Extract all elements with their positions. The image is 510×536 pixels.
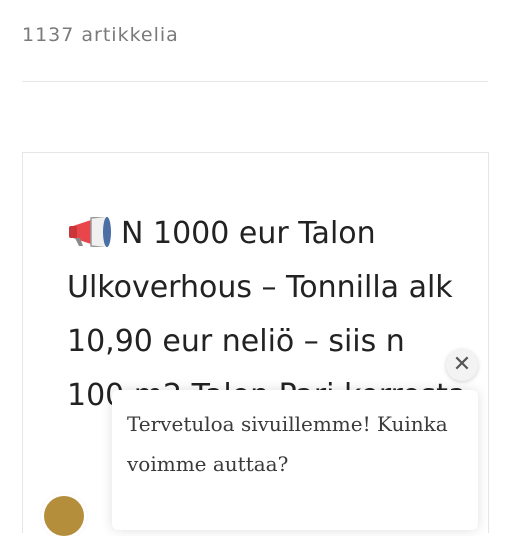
divider: [22, 81, 488, 82]
article-count: 1137 artikkelia: [22, 24, 179, 46]
megaphone-icon: [67, 211, 113, 249]
close-icon[interactable]: ✕: [446, 349, 478, 381]
chat-welcome-text: Tervetuloa sivuillemme! Kuinka voimme au…: [127, 412, 448, 476]
chat-avatar-icon[interactable]: [44, 496, 84, 536]
article-title-text: N 1000 eur Talon Ulkoverhous – Tonnilla …: [67, 216, 466, 413]
chat-welcome-bubble[interactable]: Tervetuloa sivuillemme! Kuinka voimme au…: [112, 390, 478, 530]
